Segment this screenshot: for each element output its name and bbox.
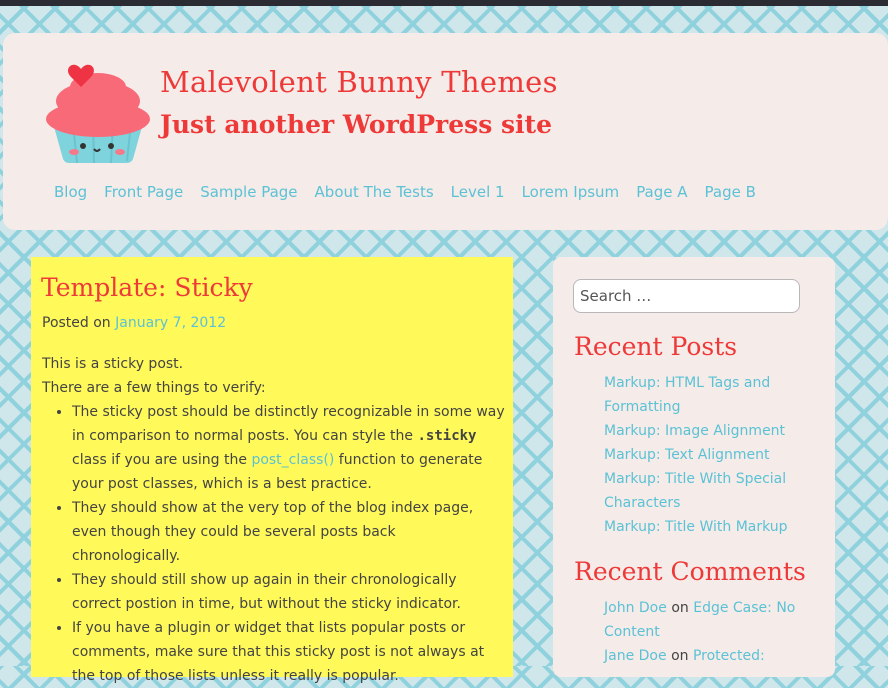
nav-item-sample-page[interactable]: Sample Page [200,183,297,201]
post-title[interactable]: Template: Sticky [41,273,253,302]
comment-author-link[interactable]: John Doe [604,600,667,616]
post-date-link[interactable]: January 7, 2012 [115,315,226,331]
list-item: Markup: Title With Markup [604,515,829,539]
nav-item-about-the-tests[interactable]: About The Tests [315,183,434,201]
list-item: John Doe on Edge Case: No Content [604,596,829,644]
nav-item-front-page[interactable]: Front Page [104,183,183,201]
sticky-post: Template: Sticky Posted on January 7, 20… [31,257,513,684]
site-title[interactable]: Malevolent Bunny Themes [160,65,558,99]
recent-posts-title: Recent Posts [574,332,738,361]
search-input[interactable] [573,279,800,313]
top-bar [0,0,888,6]
list-item: They should show at the very top of the … [72,496,507,568]
recent-post-link[interactable]: Markup: Image Alignment [604,423,785,439]
list-item: The sticky post should be distinctly rec… [72,400,507,496]
posted-on-label: Posted on [42,315,111,331]
post-class-link[interactable]: post_class() [251,452,334,468]
list-item: If you have a plugin or widget that list… [72,616,507,688]
bullet-1-text-b: class if you are using the [72,452,252,468]
nav-item-page-a[interactable]: Page A [636,183,687,201]
site-tagline: Just another WordPress site [160,110,553,139]
post-intro-1: This is a sticky post. [42,356,184,372]
nav-item-lorem-ipsum[interactable]: Lorem Ipsum [522,183,620,201]
list-item: Markup: HTML Tags and Formatting [604,371,829,419]
nav-item-blog[interactable]: Blog [54,183,87,201]
sidebar: Recent Posts Markup: HTML Tags and Forma… [553,257,835,677]
main-nav: Blog Front Page Sample Page About The Te… [54,183,756,201]
comment-post-link[interactable]: Protected: [693,648,765,664]
cupcake-icon[interactable] [43,57,153,167]
list-item: They should still show up again in their… [72,568,507,616]
post-intro-2: There are a few things to verify: [42,380,266,396]
nav-item-level-1[interactable]: Level 1 [451,183,505,201]
recent-post-link[interactable]: Markup: Title With Markup [604,519,788,535]
list-item: Markup: Image Alignment [604,419,829,443]
list-item: Jane Doe on Protected: [604,644,829,668]
comment-author-link[interactable]: Jane Doe [604,648,667,664]
recent-comments-title: Recent Comments [574,557,806,586]
list-item: Markup: Title With Special Characters [604,467,829,515]
recent-comments-list: John Doe on Edge Case: No Content Jane D… [604,596,829,668]
sticky-class-code: .sticky [417,428,477,444]
list-item: Markup: Text Alignment [604,443,829,467]
site-header: Malevolent Bunny Themes Just another Wor… [3,33,888,230]
recent-post-link[interactable]: Markup: HTML Tags and Formatting [604,375,770,415]
recent-post-link[interactable]: Markup: Title With Special Characters [604,471,786,511]
comment-on-label: on [671,600,689,616]
recent-post-link[interactable]: Markup: Text Alignment [604,447,770,463]
recent-posts-list: Markup: HTML Tags and Formatting Markup:… [604,371,829,539]
comment-on-label: on [671,648,689,664]
post-bullet-list: The sticky post should be distinctly rec… [42,400,507,688]
nav-item-page-b[interactable]: Page B [705,183,756,201]
post-content: This is a sticky post. There are a few t… [42,352,507,688]
post-meta: Posted on January 7, 2012 [42,315,226,331]
